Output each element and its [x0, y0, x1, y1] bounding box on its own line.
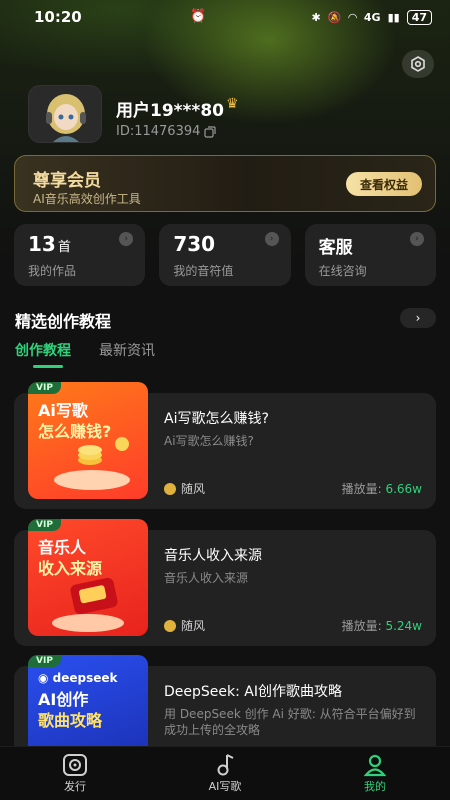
- article-card[interactable]: VIP 音乐人 收入来源 音乐人收入来源 音乐人收入来源 随风 播放量: 5.2…: [14, 519, 436, 646]
- stat-label: 我的作品: [28, 264, 77, 278]
- vip-subtitle: AI音乐高效创作工具: [33, 192, 141, 206]
- article-author: 随风: [164, 617, 205, 634]
- thumbnail-line-1: AI创作: [38, 690, 89, 709]
- bluetooth-icon: ✱: [311, 10, 321, 24]
- article-title: 音乐人收入来源: [164, 548, 262, 564]
- settings-button[interactable]: [402, 50, 434, 78]
- works-count: 13: [28, 232, 56, 256]
- thumbnail-text: AI创作 歌曲攻略: [38, 689, 102, 731]
- author-name: 随风: [181, 619, 206, 633]
- article-subtitle: Ai写歌怎么赚钱?: [164, 434, 254, 448]
- user-id: ID:11476394: [116, 124, 217, 139]
- article-title: Ai写歌怎么赚钱?: [164, 411, 269, 427]
- vip-title: 尊享会员: [33, 171, 101, 191]
- nav-mine[interactable]: 我的: [300, 747, 450, 800]
- plays-label: 播放量:: [341, 482, 382, 496]
- author-name: 随风: [181, 482, 206, 496]
- nav-label: AI写歌: [208, 780, 242, 793]
- stat-value: 730: [173, 232, 216, 256]
- wifi-icon: ◠: [348, 10, 357, 24]
- username: 用户19***80: [116, 101, 224, 121]
- stat-value: 13 首: [28, 232, 71, 256]
- nav-ai-write[interactable]: AI写歌: [150, 747, 300, 800]
- signal-icon: 4G: [363, 10, 381, 24]
- vip-card[interactable]: 尊享会员 AI音乐高效创作工具 查看权益: [14, 155, 436, 212]
- author-avatar-icon: [164, 619, 176, 632]
- user-id-text: ID:11476394: [116, 124, 201, 139]
- stat-my-works[interactable]: 13 首 我的作品 ›: [14, 224, 146, 286]
- deepseek-logo: ◉ deepseek: [38, 671, 118, 685]
- article-author: 随风: [164, 480, 205, 497]
- article-plays: 播放量: 6.66w: [342, 480, 422, 497]
- chevron-right-icon: ›: [264, 232, 279, 246]
- signal-icon-2: ▮▮: [387, 10, 400, 24]
- chevron-right-icon: ›: [415, 311, 421, 325]
- article-subtitle: 用 DeepSeek 创作 Ai 好歌: 从符合平台偏好到成功上传的全攻略: [164, 707, 416, 737]
- nav-label: 我的: [364, 780, 386, 793]
- tab-tutorials[interactable]: 创作教程: [15, 340, 71, 368]
- user-icon: [363, 752, 387, 778]
- avatar-image: [29, 86, 101, 142]
- view-benefits-button[interactable]: 查看权益: [346, 172, 422, 196]
- article-thumbnail: VIP 音乐人 收入来源: [28, 519, 148, 636]
- stat-label: 在线咨询: [318, 264, 367, 278]
- plays-label: 播放量:: [341, 619, 382, 633]
- settings-icon: [411, 56, 425, 72]
- section-title: 精选创作教程: [15, 312, 112, 331]
- deepseek-logo-text: deepseek: [52, 671, 118, 685]
- vip-crown-icon: ♛: [226, 96, 239, 112]
- plays-count: 5.24w: [385, 619, 422, 633]
- alarm-icon: ⏰: [190, 9, 207, 24]
- copy-icon[interactable]: [204, 125, 217, 138]
- stat-customer-service[interactable]: 客服 在线咨询 ›: [304, 224, 436, 286]
- stats-row: 13 首 我的作品 › 730 我的音符值 › 客服 在线咨询 ›: [14, 224, 436, 286]
- works-unit: 首: [57, 240, 71, 255]
- tab-bar: 创作教程 最新资讯: [15, 340, 155, 368]
- mute-icon: 🔕: [327, 10, 342, 24]
- status-time: 10:20: [34, 8, 82, 26]
- article-card[interactable]: VIP Ai写歌 怎么赚钱? Ai写歌怎么赚钱? Ai写歌怎么赚钱? 随风 播放…: [14, 382, 436, 509]
- battery-icon: 47: [406, 9, 432, 25]
- wallet-illustration: [52, 577, 124, 632]
- article-thumbnail: VIP Ai写歌 怎么赚钱?: [28, 382, 148, 499]
- music-note-icon: [214, 752, 236, 778]
- tab-news[interactable]: 最新资讯: [99, 340, 155, 368]
- author-avatar-icon: [164, 482, 176, 495]
- nav-publish[interactable]: 发行: [0, 747, 150, 800]
- article-subtitle: 音乐人收入来源: [164, 571, 249, 585]
- stat-my-notes[interactable]: 730 我的音符值 ›: [159, 224, 291, 286]
- status-icons: ✱ 🔕 ◠ 4G ▮▮ 47: [311, 9, 432, 25]
- plays-count: 6.66w: [385, 482, 422, 496]
- bottom-nav: 发行 AI写歌 我的: [0, 746, 450, 800]
- coins-illustration: [54, 437, 130, 490]
- status-bar: 10:20 ⏰ ✱ 🔕 ◠ 4G ▮▮ 47: [0, 0, 450, 34]
- article-title: DeepSeek: AI创作歌曲攻略: [164, 684, 342, 700]
- article-plays: 播放量: 5.24w: [342, 617, 422, 634]
- section-more-button[interactable]: ›: [400, 308, 436, 328]
- stat-label: 我的音符值: [173, 264, 234, 278]
- nav-label: 发行: [64, 780, 86, 793]
- chevron-right-icon: ›: [409, 232, 424, 246]
- stat-value: 客服: [318, 238, 353, 258]
- avatar[interactable]: [28, 85, 102, 143]
- chevron-right-icon: ›: [119, 232, 134, 246]
- vip-badge: VIP: [28, 655, 61, 667]
- publish-icon: [62, 752, 88, 778]
- thumbnail-line-2: 歌曲攻略: [38, 711, 103, 730]
